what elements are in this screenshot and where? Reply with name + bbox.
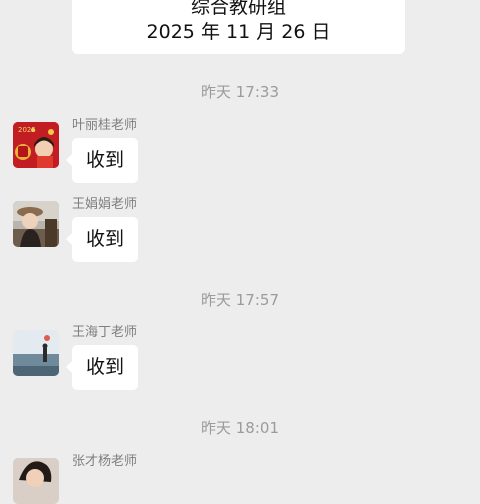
timestamp-divider: 昨天 17:57 xyxy=(201,291,279,309)
avatar[interactable] xyxy=(13,201,59,247)
avatar[interactable]: 2025 xyxy=(13,122,59,168)
avatar[interactable] xyxy=(13,458,59,504)
shared-card[interactable]: 综合教研组 2025 年 11 月 26 日 xyxy=(72,0,405,54)
sender-name: 王娟娟老师 xyxy=(72,197,138,212)
message-bubble[interactable]: 收到 xyxy=(65,345,139,390)
avatar[interactable] xyxy=(13,330,59,376)
message-bubble[interactable]: 收到 xyxy=(65,217,139,262)
chat-thread[interactable]: 综合教研组 2025 年 11 月 26 日 昨天 17:33 2025 叶丽桂… xyxy=(0,0,480,504)
sender-name: 王海丁老师 xyxy=(72,325,138,340)
sender-name: 叶丽桂老师 xyxy=(72,118,138,133)
avatar-image xyxy=(13,330,59,376)
avatar-label: 2025 xyxy=(18,126,36,134)
avatar-image xyxy=(13,458,59,504)
timestamp-divider: 昨天 17:33 xyxy=(201,83,279,101)
timestamp-divider: 昨天 18:01 xyxy=(201,419,279,437)
sender-name: 张才杨老师 xyxy=(72,454,138,469)
message-bubble[interactable]: 收到 xyxy=(65,138,139,183)
avatar-image xyxy=(13,201,59,247)
card-date: 2025 年 11 月 26 日 xyxy=(146,21,331,43)
card-title: 综合教研组 xyxy=(190,0,286,18)
